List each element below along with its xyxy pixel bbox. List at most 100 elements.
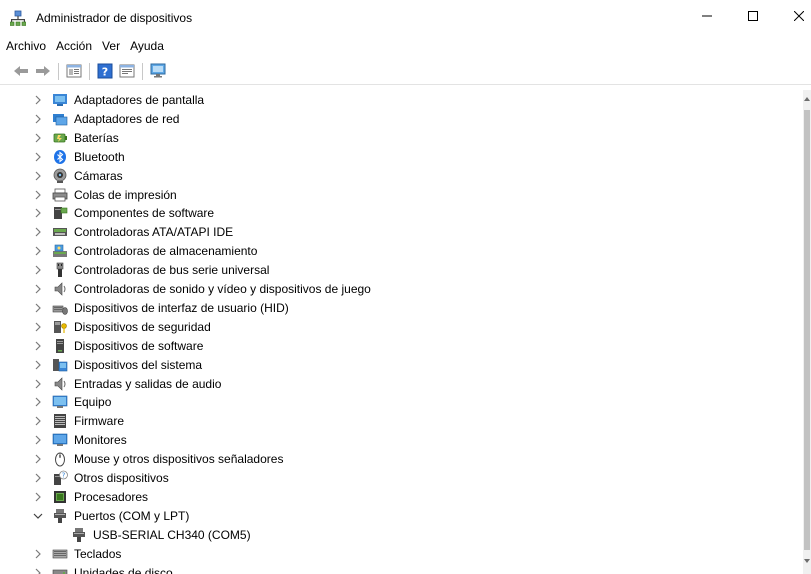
- tree-item-label: Controladoras de bus serie universal: [74, 263, 270, 278]
- tree-item-adaptadores-de-pantalla[interactable]: Adaptadores de pantalla: [0, 91, 800, 110]
- tree-item-mouse-y-otros-dispositivos-senaladores[interactable]: Mouse y otros dispositivos señaladores: [0, 450, 800, 469]
- tree-item-dispositivos-de-interfaz-de-usuario-hid[interactable]: Dispositivos de interfaz de usuario (HID…: [0, 299, 800, 318]
- tree-item-monitores[interactable]: Monitores: [0, 431, 800, 450]
- port-icon: [52, 508, 68, 524]
- chevron-right-icon[interactable]: [32, 93, 44, 107]
- chevron-right-icon[interactable]: [32, 225, 44, 239]
- chevron-right-icon[interactable]: [32, 206, 44, 220]
- menu-archivo[interactable]: Archivo: [1, 37, 51, 56]
- chevron-right-icon[interactable]: [32, 244, 44, 258]
- close-icon: [794, 11, 804, 21]
- device-manager-icon: [9, 10, 27, 26]
- tree-item-equipo[interactable]: Equipo: [0, 393, 800, 412]
- software-component-icon: [52, 205, 68, 221]
- tree-item-label: Dispositivos de software: [74, 338, 204, 353]
- battery-icon: [52, 130, 68, 146]
- toolbar-separator: [58, 62, 59, 80]
- tree-item-baterias[interactable]: Baterías: [0, 129, 800, 148]
- firmware-icon: [52, 413, 68, 429]
- chevron-right-icon[interactable]: [32, 263, 44, 277]
- tree-item-dispositivos-de-software[interactable]: Dispositivos de software: [0, 337, 800, 356]
- chevron-right-icon[interactable]: [32, 490, 44, 504]
- tree-item-controladoras-de-bus-serie-universal[interactable]: Controladoras de bus serie universal: [0, 261, 800, 280]
- tree-item-controladoras-de-sonido-y-video-y-dispositivos-de-juego[interactable]: Controladoras de sonido y vídeo y dispos…: [0, 280, 800, 299]
- chevron-right-icon[interactable]: [32, 395, 44, 409]
- chevron-right-icon[interactable]: [32, 377, 44, 391]
- scroll-up-arrow[interactable]: [803, 96, 811, 104]
- tree-item-controladoras-ata-atapi-ide[interactable]: Controladoras ATA/ATAPI IDE: [0, 223, 800, 242]
- scroll-up-icon: [804, 97, 810, 101]
- toolbar-separator: [142, 62, 143, 80]
- maximize-icon: [748, 11, 758, 21]
- chevron-right-icon[interactable]: [32, 282, 44, 296]
- chevron-right-icon[interactable]: [32, 320, 44, 334]
- tree-item-label: Equipo: [74, 395, 112, 410]
- maximize-button[interactable]: [730, 0, 776, 32]
- minimize-button[interactable]: [684, 0, 730, 32]
- tree-item-label: Bluetooth: [74, 149, 125, 164]
- chevron-right-icon[interactable]: [32, 433, 44, 447]
- chevron-down-icon[interactable]: [32, 509, 44, 523]
- chevron-right-icon[interactable]: [32, 452, 44, 466]
- scroll-down-arrow[interactable]: [803, 558, 811, 566]
- tree-item-firmware[interactable]: Firmware: [0, 412, 800, 431]
- chevron-right-icon[interactable]: [32, 566, 44, 574]
- printer-icon: [52, 187, 68, 203]
- usb-icon: [52, 262, 68, 278]
- menu-ayuda[interactable]: Ayuda: [125, 37, 169, 56]
- device-tree: Adaptadores de pantalla Adaptadores de re…: [0, 90, 803, 574]
- chevron-right-icon[interactable]: [32, 547, 44, 561]
- chevron-right-icon[interactable]: [32, 339, 44, 353]
- tree-item-label: Cámaras: [74, 168, 123, 183]
- tree-item-bluetooth[interactable]: Bluetooth: [0, 148, 800, 167]
- tree-item-procesadores[interactable]: Procesadores: [0, 488, 800, 507]
- chevron-right-icon[interactable]: [32, 301, 44, 315]
- storage-controller-icon: [52, 243, 68, 259]
- chevron-right-icon[interactable]: [32, 112, 44, 126]
- chevron-right-icon[interactable]: [32, 188, 44, 202]
- tree-item-teclados[interactable]: Teclados: [0, 545, 800, 564]
- network-adapter-icon: [52, 111, 68, 127]
- chevron-right-icon[interactable]: [32, 150, 44, 164]
- tree-item-label: Monitores: [74, 433, 127, 448]
- tree-item-puertos-com-y-lpt[interactable]: Puertos (COM y LPT): [0, 507, 800, 526]
- scan-hardware-button[interactable]: [147, 60, 169, 82]
- tree-item-adaptadores-de-red[interactable]: Adaptadores de red: [0, 110, 800, 129]
- help-button[interactable]: ?: [94, 60, 116, 82]
- system-device-icon: [52, 357, 68, 373]
- chevron-right-icon[interactable]: [32, 358, 44, 372]
- tree-item-label: Colas de impresión: [74, 187, 177, 202]
- vertical-scrollbar[interactable]: [803, 90, 811, 574]
- tree-item-usb-serial-ch340-com5[interactable]: USB-SERIAL CH340 (COM5): [0, 526, 800, 545]
- tree-item-colas-de-impresion[interactable]: Colas de impresión: [0, 186, 800, 205]
- scroll-thumb[interactable]: [804, 110, 810, 550]
- tree-item-componentes-de-software[interactable]: Componentes de software: [0, 204, 800, 223]
- menu-accion[interactable]: Acción: [51, 37, 97, 56]
- close-button[interactable]: [776, 0, 811, 32]
- tree-item-unidades-de-disco[interactable]: Unidades de disco: [0, 564, 800, 574]
- properties-button[interactable]: [63, 60, 85, 82]
- properties-icon: [66, 64, 82, 78]
- chevron-right-icon[interactable]: [32, 471, 44, 485]
- tree-item-otros-dispositivos[interactable]: ? Otros dispositivos: [0, 469, 800, 488]
- tree-item-label: Mouse y otros dispositivos señaladores: [74, 452, 284, 467]
- tree-item-label: Controladoras ATA/ATAPI IDE: [74, 225, 234, 240]
- port-icon: [71, 527, 87, 543]
- keyboard-icon: [52, 546, 68, 562]
- back-button[interactable]: [10, 60, 32, 82]
- tree-item-label: Dispositivos de seguridad: [74, 319, 211, 334]
- menu-ver[interactable]: Ver: [97, 37, 125, 56]
- tree-item-dispositivos-de-seguridad[interactable]: Dispositivos de seguridad: [0, 318, 800, 337]
- tree-item-dispositivos-del-sistema[interactable]: Dispositivos del sistema: [0, 356, 800, 375]
- tree-item-controladoras-de-almacenamiento[interactable]: Controladoras de almacenamiento: [0, 242, 800, 261]
- view-button[interactable]: [116, 60, 138, 82]
- chevron-right-icon[interactable]: [32, 131, 44, 145]
- unknown-device-icon: ?: [52, 470, 68, 486]
- svg-text:?: ?: [62, 472, 66, 480]
- tree-item-entradas-y-salidas-de-audio[interactable]: Entradas y salidas de audio: [0, 375, 800, 394]
- back-arrow-icon: [14, 66, 28, 76]
- chevron-right-icon[interactable]: [32, 169, 44, 183]
- tree-item-camaras[interactable]: Cámaras: [0, 167, 800, 186]
- chevron-right-icon[interactable]: [32, 414, 44, 428]
- forward-button[interactable]: [32, 60, 54, 82]
